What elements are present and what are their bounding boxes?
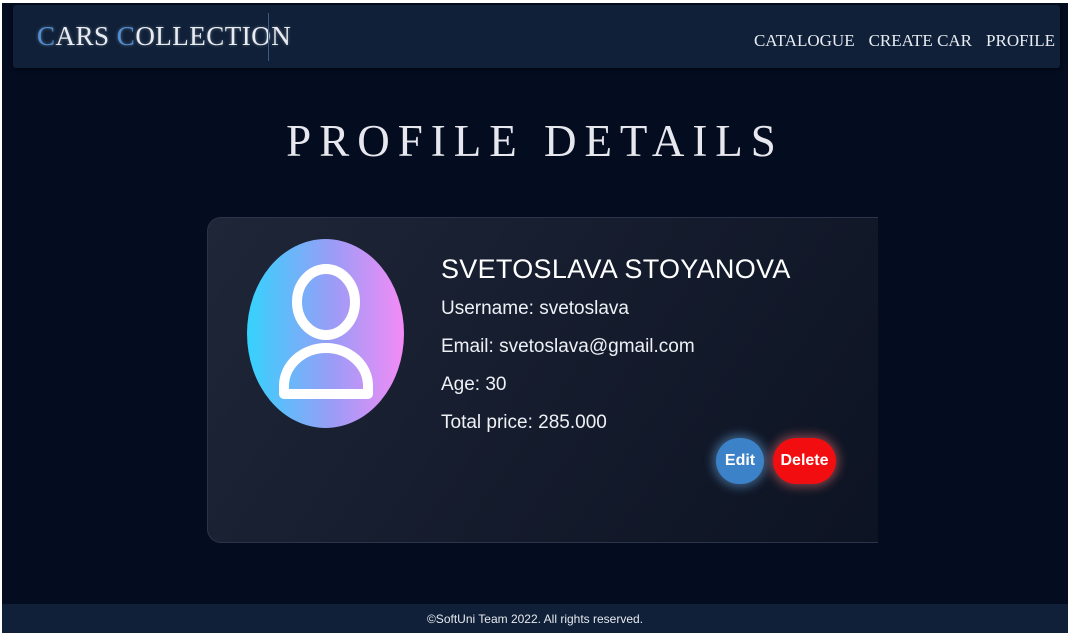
delete-button[interactable]: Delete [773,438,836,484]
logo-initial-c: C [37,21,56,51]
navbar: CARS COLLECTION CATALOGUE CREATE CAR PRO… [13,5,1060,68]
profile-card: SVETOSLAVA STOYANOVA Username: svetoslav… [207,217,897,543]
nav-link-create-car[interactable]: CREATE CAR [869,31,972,51]
app-frame: CARS COLLECTION CATALOGUE CREATE CAR PRO… [2,3,1068,633]
site-logo[interactable]: CARS COLLECTION [37,21,291,55]
nav-link-profile[interactable]: PROFILE [986,31,1055,51]
footer-copyright: ©SoftUni Team 2022. All rights reserved. [426,611,644,626]
logo-initial-c2: C [116,21,136,51]
footer: ©SoftUni Team 2022. All rights reserved. [2,604,1068,633]
user-icon [278,263,373,399]
profile-age: Age: 30 [441,374,507,395]
profile-email: Email: svetoslava@gmail.com [441,336,695,357]
profile-full-name: SVETOSLAVA STOYANOVA [441,254,791,284]
nav-divider [268,13,269,61]
avatar [247,239,404,428]
main-nav: CATALOGUE CREATE CAR PROFILE [754,31,1055,51]
page-title: PROFILE DETAILS [286,116,784,166]
nav-link-catalogue[interactable]: CATALOGUE [754,31,855,51]
edit-button[interactable]: Edit [716,438,764,484]
profile-info: SVETOSLAVA STOYANOVA Username: svetoslav… [441,254,791,450]
logo-text-ars: ARS [55,21,110,51]
card-clip-overlay [878,208,908,553]
profile-username: Username: svetoslava [441,298,629,319]
